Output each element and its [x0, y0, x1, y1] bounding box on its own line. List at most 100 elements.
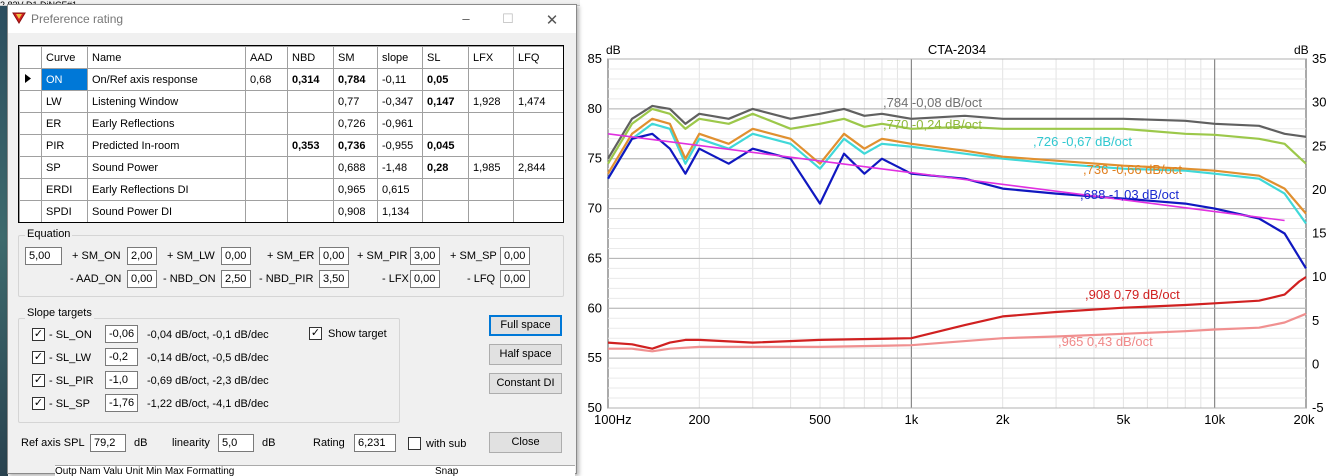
cell-sl[interactable] — [422, 178, 469, 201]
cell-lfq[interactable] — [513, 112, 563, 135]
row-selector-arrow-icon[interactable] — [19, 68, 42, 91]
cell-nbd[interactable] — [287, 156, 334, 179]
cell-name[interactable]: Early Reflections — [87, 112, 246, 135]
cell-curve[interactable]: SP — [41, 156, 88, 179]
aad-on-input[interactable]: 0,00 — [127, 270, 157, 288]
cell-lfq[interactable]: 1,474 — [513, 90, 563, 113]
cell-slope[interactable]: -1,48 — [377, 156, 423, 179]
cell-sm[interactable]: 0,736 — [333, 134, 378, 157]
cell-name[interactable]: Sound Power — [87, 156, 246, 179]
cell-curve[interactable]: ER — [41, 112, 88, 135]
cell-slope[interactable]: -0,961 — [377, 112, 423, 135]
cell-sm[interactable]: 0,77 — [333, 90, 378, 113]
cell-sm[interactable]: 0,965 — [333, 178, 378, 201]
cell-nbd[interactable]: 0,353 — [287, 134, 334, 157]
sm-er-input[interactable]: 0,00 — [319, 247, 349, 265]
table-row[interactable]: ERDI Early Reflections DI 0,965 0,615 — [19, 178, 563, 201]
row-selector[interactable] — [19, 200, 42, 222]
table-row[interactable]: PIR Predicted In-room 0,353 0,736 -0,955 0,04… — [19, 134, 563, 157]
row-selector[interactable] — [19, 156, 42, 179]
cell-aad[interactable] — [245, 178, 288, 201]
slope-target-input[interactable]: -1,0 — [105, 371, 138, 389]
cell-sl[interactable]: 0,045 — [422, 134, 469, 157]
column-header-nbd[interactable]: NBD — [287, 46, 334, 69]
cell-sl[interactable]: 0,147 — [422, 90, 469, 113]
sm-lw-input[interactable]: 0,00 — [221, 247, 251, 265]
cell-sm[interactable]: 0,688 — [333, 156, 378, 179]
cell-name[interactable]: Early Reflections DI — [87, 178, 246, 201]
cell-name[interactable]: On/Ref axis response — [87, 68, 246, 91]
table-row[interactable]: ER Early Reflections 0,726 -0,961 — [19, 112, 563, 135]
row-selector[interactable] — [19, 90, 42, 113]
cell-slope[interactable]: -0,347 — [377, 90, 423, 113]
slope-checkbox-2[interactable]: ✓ — [32, 374, 45, 387]
full-space-button[interactable]: Full space — [489, 315, 562, 336]
ref-axis-spl-input[interactable]: 79,2 — [90, 434, 126, 452]
nbd-pir-input[interactable]: 3,50 — [319, 270, 349, 288]
cell-slope[interactable]: -0,955 — [377, 134, 423, 157]
table-row[interactable]: SPDI Sound Power DI 0,908 1,134 — [19, 200, 563, 222]
cell-sl[interactable]: 0,28 — [422, 156, 469, 179]
cell-curve[interactable]: PIR — [41, 134, 88, 157]
cell-sl[interactable]: 0,05 — [422, 68, 469, 91]
table-row[interactable]: LW Listening Window 0,77 -0,347 0,147 1,928 1,… — [19, 90, 563, 113]
cell-curve[interactable]: SPDI — [41, 200, 88, 222]
cell-lfq[interactable] — [513, 68, 563, 91]
lfx-input[interactable]: 0,00 — [410, 270, 440, 288]
sm-sp-input[interactable]: 0,00 — [500, 247, 530, 265]
cell-curve[interactable]: ERDI — [41, 178, 88, 201]
close-button[interactable]: Close — [489, 432, 562, 453]
cell-lfq[interactable] — [513, 200, 563, 222]
cell-slope[interactable]: 1,134 — [377, 200, 423, 222]
cell-aad[interactable] — [245, 90, 288, 113]
column-header-lfx[interactable]: LFX — [468, 46, 514, 69]
cell-lfx[interactable]: 1,928 — [468, 90, 514, 113]
constant-di-button[interactable]: Constant DI — [489, 373, 562, 394]
with-sub-checkbox[interactable] — [408, 437, 421, 450]
cell-aad[interactable] — [245, 134, 288, 157]
cell-sl[interactable] — [422, 112, 469, 135]
cell-sm[interactable]: 0,784 — [333, 68, 378, 91]
minimize-icon[interactable]: – — [456, 11, 476, 26]
cell-aad[interactable] — [245, 112, 288, 135]
row-selector[interactable] — [19, 112, 42, 135]
cell-name[interactable]: Listening Window — [87, 90, 246, 113]
equation-constant-input[interactable]: 5,00 — [25, 247, 62, 265]
cell-lfx[interactable] — [468, 134, 514, 157]
column-header-slope[interactable]: slope — [377, 46, 423, 69]
cell-lfq[interactable] — [513, 178, 563, 201]
cell-lfq[interactable]: 2,844 — [513, 156, 563, 179]
cell-aad[interactable] — [245, 156, 288, 179]
slope-checkbox-0[interactable]: ✓ — [32, 328, 45, 341]
cell-sm[interactable]: 0,726 — [333, 112, 378, 135]
cell-lfx[interactable] — [468, 68, 514, 91]
cell-aad[interactable] — [245, 200, 288, 222]
close-icon[interactable]: ✕ — [542, 11, 562, 29]
sm-pir-input[interactable]: 3,00 — [410, 247, 440, 265]
show-target-checkbox[interactable]: ✓ — [309, 327, 322, 340]
column-header-aad[interactable]: AAD — [245, 46, 288, 69]
sm-on-input[interactable]: 2,00 — [127, 247, 157, 265]
cell-slope[interactable]: 0,615 — [377, 178, 423, 201]
table-row[interactable]: SP Sound Power 0,688 -1,48 0,28 1,985 2,844 — [19, 156, 563, 179]
table-row[interactable]: ON On/Ref axis response 0,68 0,314 0,784 -0,1… — [19, 68, 563, 91]
cell-sl[interactable] — [422, 200, 469, 222]
cell-curve[interactable]: LW — [41, 90, 88, 113]
cell-slope[interactable]: -0,11 — [377, 68, 423, 91]
cell-nbd[interactable] — [287, 178, 334, 201]
cell-lfx[interactable] — [468, 178, 514, 201]
slope-target-input[interactable]: -0,06 — [105, 325, 138, 343]
cell-lfx[interactable] — [468, 112, 514, 135]
cell-curve[interactable]: ON — [41, 68, 88, 91]
cell-nbd[interactable] — [287, 90, 334, 113]
column-header-name[interactable]: Name — [87, 46, 246, 69]
maximize-icon[interactable]: ☐ — [498, 11, 518, 27]
linearity-input[interactable]: 5,0 — [218, 434, 254, 452]
column-header-lfq[interactable]: LFQ — [513, 46, 563, 69]
slope-checkbox-3[interactable]: ✓ — [32, 397, 45, 410]
cell-nbd[interactable] — [287, 200, 334, 222]
column-header-sl[interactable]: SL — [422, 46, 469, 69]
nbd-on-input[interactable]: 2,50 — [221, 270, 251, 288]
slope-checkbox-1[interactable]: ✓ — [32, 351, 45, 364]
cell-nbd[interactable] — [287, 112, 334, 135]
